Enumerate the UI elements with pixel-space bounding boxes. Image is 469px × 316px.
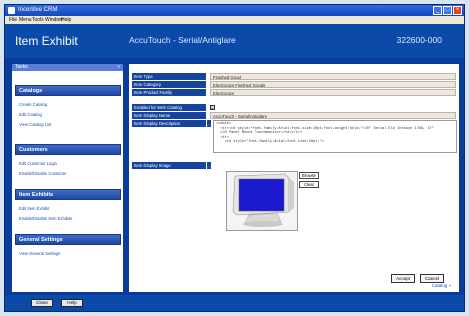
cancel-button[interactable]: Cancel: [420, 274, 444, 283]
crt-monitor-icon: [232, 173, 294, 227]
group-customers[interactable]: Customers: [15, 144, 121, 155]
display-name-input[interactable]: AccuTouch - Serial/Antiglare: [210, 112, 456, 119]
app-window: Incentive CRM _ □ × File Menu Tools Wind…: [4, 4, 465, 312]
app-icon: [8, 7, 15, 14]
row-item-product-family: Item Product Family Electronics: [132, 89, 457, 96]
row-enabled: Enabled for Web Catalog ☑: [132, 104, 457, 111]
display-description-textarea[interactable]: <table> <tr><td style="font-family:Arial…: [213, 120, 457, 153]
page-header: Item Exhibit AccuTouch - Serial/Antiglar…: [5, 24, 464, 58]
row-item-type: Item Type Finished Good: [132, 73, 457, 80]
clear-button[interactable]: Clear: [299, 181, 319, 188]
link-view-catalog-list[interactable]: View Catalog List: [19, 122, 51, 127]
footer-bar: Close Help: [5, 295, 464, 311]
link-edit-customer-login[interactable]: Edit Customer Login: [19, 161, 57, 166]
window-controls: _ □ ×: [433, 6, 462, 15]
window-title: Incentive CRM: [18, 7, 58, 13]
display-name-label: Item Display Name: [132, 112, 206, 119]
page-title: Item Exhibit: [15, 34, 78, 48]
row-item-category: Item Category Electronics Finished Goods: [132, 81, 457, 88]
item-code: 322600-000: [396, 35, 442, 45]
link-enable-disable-item-exhibits[interactable]: Enable/Disable Item Exhibits: [19, 216, 72, 221]
display-image-label: Item Display Image: [132, 162, 206, 169]
menu-bar: File Menu Tools Window Help: [5, 16, 464, 24]
row-display-name: Item Display Name AccuTouch - Serial/Ant…: [132, 112, 457, 119]
minimize-button[interactable]: _: [433, 6, 442, 15]
link-edit-catalog[interactable]: Edit Catalog: [19, 112, 42, 117]
enabled-label: Enabled for Web Catalog: [132, 104, 206, 111]
link-edit-item-exhibit[interactable]: Edit Item Exhibit: [19, 206, 49, 211]
link-create-catalog[interactable]: Create Catalog: [19, 102, 47, 107]
group-catalogs[interactable]: Catalogs: [15, 85, 121, 96]
item-type-label: Item Type: [132, 73, 206, 80]
help-button[interactable]: Help: [61, 299, 83, 307]
menu-file[interactable]: File: [9, 16, 17, 24]
image-picker-button[interactable]: ...: [207, 162, 211, 169]
menu-menu[interactable]: Menu: [19, 16, 32, 24]
browse-button[interactable]: Browse: [299, 172, 319, 179]
menu-tools[interactable]: Tools: [32, 16, 44, 24]
group-general-settings[interactable]: General Settings: [15, 234, 121, 245]
item-category-value: Electronics Finished Goods: [210, 81, 456, 88]
item-category-label: Item Category: [132, 81, 206, 88]
accept-button[interactable]: Accept: [391, 274, 415, 283]
item-exhibit-form: Item Type Finished Good Item Category El…: [128, 63, 460, 293]
menu-help[interactable]: Help: [61, 16, 71, 24]
enabled-checkbox[interactable]: ☑: [210, 105, 215, 110]
title-bar: Incentive CRM _ □ ×: [5, 5, 464, 16]
collapse-icon[interactable]: «: [117, 64, 120, 71]
item-name: AccuTouch - Serial/Antiglare: [129, 35, 236, 45]
sidebar-header: Tasks «: [12, 64, 123, 71]
row-display-image: Item Display Image ...: [132, 162, 457, 169]
close-button[interactable]: Close: [31, 299, 53, 307]
description-picker-button[interactable]: ...: [207, 120, 211, 127]
link-enable-disable-customer[interactable]: Enable/Disable Customer: [19, 171, 66, 176]
item-product-family-value: Electronics: [210, 89, 456, 96]
row-display-description: Item Display Description ... <table> <tr…: [132, 120, 457, 154]
display-description-label: Item Display Description: [132, 120, 206, 127]
catalog-link[interactable]: Catalog »: [432, 283, 451, 288]
sidebar-title: Tasks: [15, 64, 28, 70]
group-item-exhibits[interactable]: Item Exhibits: [15, 189, 121, 200]
maximize-button[interactable]: □: [443, 6, 452, 15]
close-window-button[interactable]: ×: [453, 6, 462, 15]
link-view-general-settings[interactable]: View General Settings: [19, 251, 60, 256]
product-image: [226, 171, 298, 231]
tasks-sidebar: Tasks « Catalogs Create Catalog Edit Cat…: [11, 63, 124, 293]
item-type-value: Finished Good: [210, 73, 456, 80]
item-product-family-label: Item Product Family: [132, 89, 206, 96]
